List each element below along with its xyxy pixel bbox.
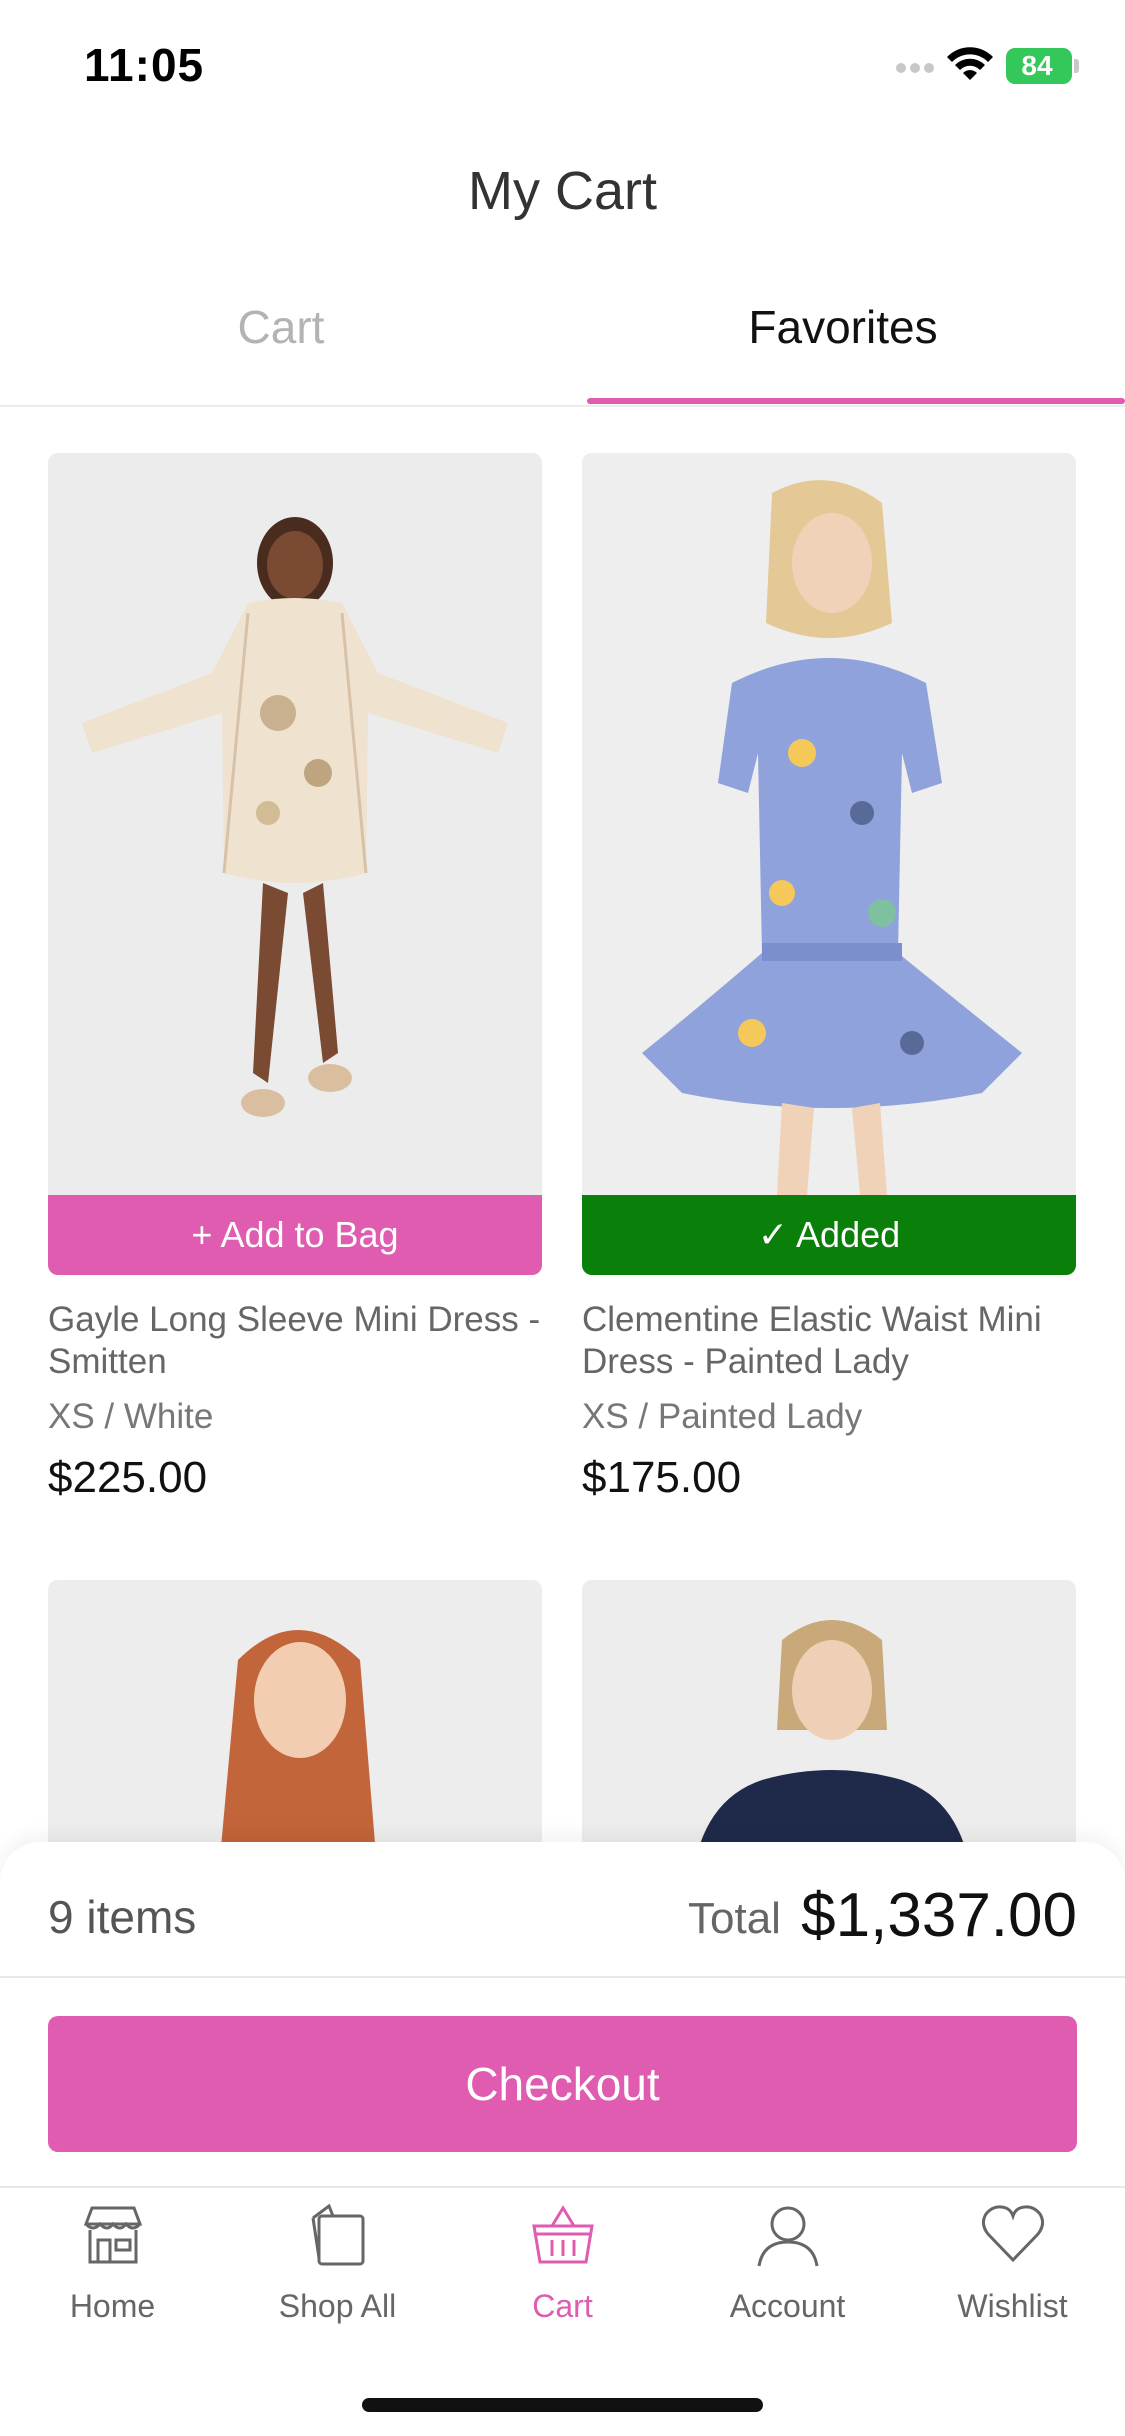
battery-icon: 84	[1006, 48, 1080, 84]
nav-label: Account	[729, 2288, 846, 2324]
status-time: 11:05	[84, 39, 205, 91]
model-figure-illustration	[48, 1580, 542, 1880]
product-variant: XS / White	[48, 1397, 214, 1436]
product-price: $225.00	[48, 1453, 208, 1502]
product-image[interactable]	[48, 453, 542, 1195]
nav-item-home[interactable]: Home	[0, 2200, 225, 2325]
total-value: $1,337.00	[801, 1881, 1077, 1950]
page-title: My Cart	[468, 161, 657, 221]
total-label: Total	[688, 1894, 781, 1943]
bottom-nav: Home Shop All Cart Account Wishlist	[0, 2200, 1125, 2360]
storefront-icon	[83, 2206, 142, 2264]
divider	[0, 1976, 1125, 1978]
product-card: + Add to Bag Gayle Long Sleeve Mini Dres…	[48, 453, 542, 1503]
user-icon	[757, 2206, 818, 2267]
product-image[interactable]	[48, 1580, 542, 1880]
active-tab-indicator	[587, 398, 1125, 404]
item-count: 9 items	[48, 1891, 197, 1943]
product-card: ✓ Added Clementine Elastic Waist Mini Dr…	[582, 453, 1076, 1503]
product-variant: XS / Painted Lady	[582, 1397, 863, 1436]
nav-label: Shop All	[278, 2288, 397, 2324]
divider	[0, 2186, 1125, 2188]
status-bar: 11:05 84	[0, 0, 1125, 130]
checkout-button[interactable]: Checkout	[48, 2016, 1077, 2152]
nav-item-account[interactable]: Account	[675, 2200, 900, 2325]
nav-item-shop-all[interactable]: Shop All	[225, 2200, 450, 2325]
tab-bar: Cart Favorites	[0, 290, 1125, 407]
signal-dots-icon	[896, 63, 934, 73]
product-image[interactable]	[582, 453, 1076, 1195]
nav-label: Wishlist	[957, 2288, 1068, 2324]
tab-favorites[interactable]: Favorites	[562, 300, 1124, 354]
product-name[interactable]: Clementine Elastic Waist Mini Dress - Pa…	[582, 1299, 1076, 1383]
product-price: $175.00	[582, 1453, 742, 1502]
add-to-bag-button[interactable]: + Add to Bag	[48, 1195, 542, 1275]
home-indicator[interactable]	[362, 2398, 763, 2412]
added-button[interactable]: ✓ Added	[582, 1195, 1076, 1275]
battery-level: 84	[1021, 50, 1053, 81]
model-figure-illustration	[48, 453, 542, 1195]
model-figure-illustration	[582, 453, 1076, 1195]
nav-label: Cart	[532, 2288, 593, 2324]
nav-item-wishlist[interactable]: Wishlist	[900, 2200, 1125, 2325]
product-name[interactable]: Gayle Long Sleeve Mini Dress - Smitten	[48, 1299, 542, 1383]
shopping-bag-icon	[311, 2203, 364, 2266]
heart-icon	[981, 2205, 1044, 2263]
nav-item-cart[interactable]: Cart	[450, 2200, 675, 2325]
nav-label: Home	[69, 2288, 156, 2324]
model-figure-illustration	[582, 1580, 1076, 1880]
product-image[interactable]	[582, 1580, 1076, 1880]
wifi-icon	[947, 47, 993, 80]
tab-cart[interactable]: Cart	[0, 300, 562, 354]
basket-icon	[531, 2205, 594, 2264]
